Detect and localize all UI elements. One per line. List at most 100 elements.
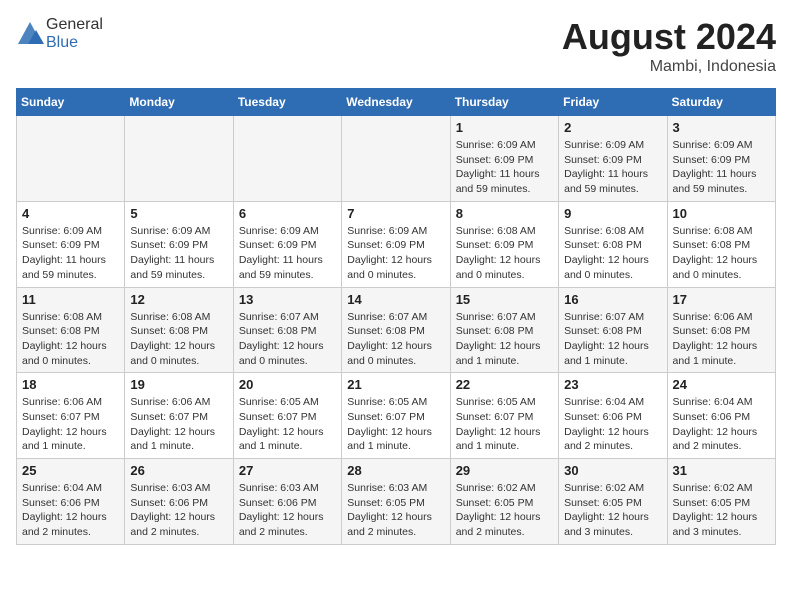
- day-info: Sunrise: 6:08 AMSunset: 6:08 PMDaylight:…: [564, 224, 661, 283]
- day-info: Sunrise: 6:04 AMSunset: 6:06 PMDaylight:…: [564, 395, 661, 454]
- weekday-header-tuesday: Tuesday: [233, 89, 341, 116]
- weekday-header-friday: Friday: [559, 89, 667, 116]
- calendar-cell: 1 Sunrise: 6:09 AMSunset: 6:09 PMDaylight…: [450, 116, 558, 202]
- day-number: 23: [564, 377, 661, 392]
- day-number: 18: [22, 377, 119, 392]
- week-row-3: 11 Sunrise: 6:08 AMSunset: 6:08 PMDayligh…: [17, 287, 776, 373]
- logo-icon: [16, 20, 44, 48]
- week-row-1: 1 Sunrise: 6:09 AMSunset: 6:09 PMDaylight…: [17, 116, 776, 202]
- calendar-cell: 27 Sunrise: 6:03 AMSunset: 6:06 PMDayligh…: [233, 459, 341, 545]
- logo-general-text: General: [46, 16, 103, 33]
- calendar-cell: 24Sunrise: 6:04 AMSunset: 6:06 PMDayligh…: [667, 373, 775, 459]
- day-info: Sunrise: 6:08 AMSunset: 6:09 PMDaylight:…: [456, 224, 553, 283]
- calendar-cell: 12 Sunrise: 6:08 AMSunset: 6:08 PMDayligh…: [125, 287, 233, 373]
- day-number: 12: [130, 292, 227, 307]
- page-header: General Blue August 2024 Mambi, Indonesi…: [16, 16, 776, 76]
- day-number: 28: [347, 463, 444, 478]
- day-number: 7: [347, 206, 444, 221]
- logo: General Blue: [16, 16, 103, 52]
- calendar-cell: 17Sunrise: 6:06 AMSunset: 6:08 PMDayligh…: [667, 287, 775, 373]
- day-info: Sunrise: 6:09 AMSunset: 6:09 PMDaylight:…: [564, 138, 661, 197]
- calendar-cell: [125, 116, 233, 202]
- week-row-2: 4 Sunrise: 6:09 AMSunset: 6:09 PMDaylight…: [17, 201, 776, 287]
- calendar-cell: [17, 116, 125, 202]
- day-info: Sunrise: 6:08 AMSunset: 6:08 PMDaylight:…: [130, 310, 227, 369]
- day-info: Sunrise: 6:09 AMSunset: 6:09 PMDaylight:…: [130, 224, 227, 283]
- day-number: 21: [347, 377, 444, 392]
- day-info: Sunrise: 6:03 AMSunset: 6:06 PMDaylight:…: [239, 481, 336, 540]
- weekday-header-sunday: Sunday: [17, 89, 125, 116]
- calendar-cell: 15 Sunrise: 6:07 AMSunset: 6:08 PMDayligh…: [450, 287, 558, 373]
- calendar-cell: 10Sunrise: 6:08 AMSunset: 6:08 PMDayligh…: [667, 201, 775, 287]
- day-number: 19: [130, 377, 227, 392]
- day-info: Sunrise: 6:07 AMSunset: 6:08 PMDaylight:…: [347, 310, 444, 369]
- day-info: Sunrise: 6:09 AMSunset: 6:09 PMDaylight:…: [347, 224, 444, 283]
- calendar-cell: 3 Sunrise: 6:09 AMSunset: 6:09 PMDaylight…: [667, 116, 775, 202]
- day-number: 25: [22, 463, 119, 478]
- day-info: Sunrise: 6:02 AMSunset: 6:05 PMDaylight:…: [673, 481, 770, 540]
- calendar-cell: 26 Sunrise: 6:03 AMSunset: 6:06 PMDayligh…: [125, 459, 233, 545]
- calendar-cell: 23 Sunrise: 6:04 AMSunset: 6:06 PMDayligh…: [559, 373, 667, 459]
- weekday-header-row: SundayMondayTuesdayWednesdayThursdayFrid…: [17, 89, 776, 116]
- calendar-cell: 22 Sunrise: 6:05 AMSunset: 6:07 PMDayligh…: [450, 373, 558, 459]
- week-row-4: 18Sunrise: 6:06 AMSunset: 6:07 PMDayligh…: [17, 373, 776, 459]
- calendar-cell: [233, 116, 341, 202]
- calendar-cell: 14 Sunrise: 6:07 AMSunset: 6:08 PMDayligh…: [342, 287, 450, 373]
- calendar-cell: 18Sunrise: 6:06 AMSunset: 6:07 PMDayligh…: [17, 373, 125, 459]
- day-number: 5: [130, 206, 227, 221]
- day-info: Sunrise: 6:08 AMSunset: 6:08 PMDaylight:…: [22, 310, 119, 369]
- day-number: 10: [673, 206, 770, 221]
- calendar-cell: 7 Sunrise: 6:09 AMSunset: 6:09 PMDaylight…: [342, 201, 450, 287]
- day-number: 2: [564, 120, 661, 135]
- day-info: Sunrise: 6:02 AMSunset: 6:05 PMDaylight:…: [564, 481, 661, 540]
- day-info: Sunrise: 6:09 AMSunset: 6:09 PMDaylight:…: [22, 224, 119, 283]
- day-number: 22: [456, 377, 553, 392]
- calendar-cell: 4 Sunrise: 6:09 AMSunset: 6:09 PMDaylight…: [17, 201, 125, 287]
- day-number: 30: [564, 463, 661, 478]
- day-number: 14: [347, 292, 444, 307]
- day-info: Sunrise: 6:09 AMSunset: 6:09 PMDaylight:…: [673, 138, 770, 197]
- calendar-table: SundayMondayTuesdayWednesdayThursdayFrid…: [16, 88, 776, 545]
- calendar-cell: 9 Sunrise: 6:08 AMSunset: 6:08 PMDaylight…: [559, 201, 667, 287]
- day-info: Sunrise: 6:03 AMSunset: 6:06 PMDaylight:…: [130, 481, 227, 540]
- day-info: Sunrise: 6:03 AMSunset: 6:05 PMDaylight:…: [347, 481, 444, 540]
- calendar-cell: 5 Sunrise: 6:09 AMSunset: 6:09 PMDaylight…: [125, 201, 233, 287]
- day-number: 15: [456, 292, 553, 307]
- day-number: 26: [130, 463, 227, 478]
- calendar-cell: 13Sunrise: 6:07 AMSunset: 6:08 PMDayligh…: [233, 287, 341, 373]
- day-number: 3: [673, 120, 770, 135]
- day-info: Sunrise: 6:07 AMSunset: 6:08 PMDaylight:…: [456, 310, 553, 369]
- calendar-cell: 16Sunrise: 6:07 AMSunset: 6:08 PMDayligh…: [559, 287, 667, 373]
- day-number: 20: [239, 377, 336, 392]
- day-number: 1: [456, 120, 553, 135]
- calendar-cell: 6 Sunrise: 6:09 AMSunset: 6:09 PMDaylight…: [233, 201, 341, 287]
- day-number: 11: [22, 292, 119, 307]
- calendar-title: August 2024: [562, 16, 776, 58]
- day-number: 4: [22, 206, 119, 221]
- day-number: 24: [673, 377, 770, 392]
- calendar-cell: 8Sunrise: 6:08 AMSunset: 6:09 PMDaylight…: [450, 201, 558, 287]
- day-number: 13: [239, 292, 336, 307]
- day-number: 17: [673, 292, 770, 307]
- day-number: 27: [239, 463, 336, 478]
- day-info: Sunrise: 6:09 AMSunset: 6:09 PMDaylight:…: [239, 224, 336, 283]
- calendar-cell: 29Sunrise: 6:02 AMSunset: 6:05 PMDayligh…: [450, 459, 558, 545]
- weekday-header-thursday: Thursday: [450, 89, 558, 116]
- calendar-cell: 20 Sunrise: 6:05 AMSunset: 6:07 PMDayligh…: [233, 373, 341, 459]
- calendar-cell: 19Sunrise: 6:06 AMSunset: 6:07 PMDayligh…: [125, 373, 233, 459]
- day-number: 29: [456, 463, 553, 478]
- day-info: Sunrise: 6:05 AMSunset: 6:07 PMDaylight:…: [239, 395, 336, 454]
- day-number: 16: [564, 292, 661, 307]
- day-info: Sunrise: 6:04 AMSunset: 6:06 PMDaylight:…: [22, 481, 119, 540]
- calendar-cell: 21 Sunrise: 6:05 AMSunset: 6:07 PMDayligh…: [342, 373, 450, 459]
- calendar-cell: 25 Sunrise: 6:04 AMSunset: 6:06 PMDayligh…: [17, 459, 125, 545]
- day-number: 6: [239, 206, 336, 221]
- day-info: Sunrise: 6:05 AMSunset: 6:07 PMDaylight:…: [456, 395, 553, 454]
- week-row-5: 25 Sunrise: 6:04 AMSunset: 6:06 PMDayligh…: [17, 459, 776, 545]
- day-info: Sunrise: 6:05 AMSunset: 6:07 PMDaylight:…: [347, 395, 444, 454]
- calendar-cell: 11 Sunrise: 6:08 AMSunset: 6:08 PMDayligh…: [17, 287, 125, 373]
- day-info: Sunrise: 6:09 AMSunset: 6:09 PMDaylight:…: [456, 138, 553, 197]
- calendar-subtitle: Mambi, Indonesia: [562, 58, 776, 76]
- day-number: 9: [564, 206, 661, 221]
- calendar-cell: 28 Sunrise: 6:03 AMSunset: 6:05 PMDayligh…: [342, 459, 450, 545]
